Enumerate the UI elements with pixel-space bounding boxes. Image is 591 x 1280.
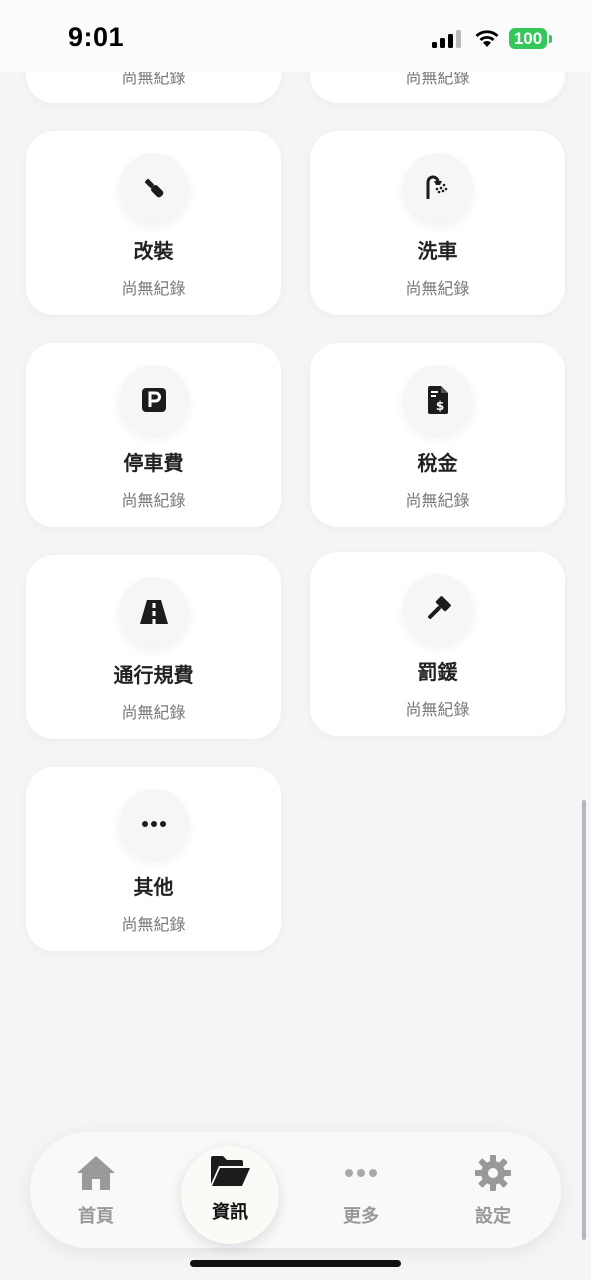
tab-settings[interactable]: 設定 [443, 1132, 543, 1248]
icon-circle [118, 789, 189, 859]
tab-info[interactable]: 資訊 [180, 1132, 280, 1248]
shower-icon [426, 175, 447, 199]
card-subtitle: 尚無紀錄 [405, 279, 470, 298]
card-title: 罰鍰 [417, 660, 458, 684]
road-icon [139, 600, 168, 624]
card-subtitle: 尚無紀錄 [121, 279, 186, 298]
tab-label: 資訊 [212, 1202, 248, 1223]
tab-label: 更多 [343, 1206, 379, 1227]
icon-circle [402, 153, 473, 223]
tab-bar: 首頁 資訊 更多 設定 [30, 1132, 561, 1248]
tax-document-icon: $ [427, 386, 448, 414]
category-card-parking[interactable]: 停車費 尚無紀錄 [26, 343, 281, 527]
card-title: 稅金 [417, 451, 458, 475]
folder-open-icon [211, 1156, 250, 1186]
battery-tip [549, 35, 552, 43]
status-bar: 9:01 100 [0, 0, 591, 72]
gear-icon [475, 1155, 511, 1191]
wrench-icon [144, 178, 163, 198]
signal-icon [432, 30, 461, 48]
card-title: 停車費 [123, 451, 184, 475]
scrollbar[interactable] [582, 800, 586, 1240]
icon-circle [118, 365, 189, 435]
icon-circle [402, 574, 473, 644]
tab-more[interactable]: 更多 [311, 1132, 411, 1248]
card-subtitle: 尚無紀錄 [121, 491, 186, 510]
home-indicator [190, 1260, 401, 1267]
icon-circle [118, 153, 189, 223]
card-title: 洗車 [417, 239, 458, 263]
card-subtitle: 尚無紀錄 [405, 491, 470, 510]
svg-text:$: $ [435, 399, 443, 413]
category-card-other[interactable]: 其他 尚無紀錄 [26, 767, 281, 951]
card-subtitle: 尚無紀錄 [121, 915, 186, 934]
icon-circle: $ [402, 365, 473, 435]
card-title: 通行規費 [113, 663, 194, 687]
status-time: 9:01 [68, 22, 125, 52]
card-subtitle: 尚無紀錄 [121, 703, 186, 722]
card-subtitle: 尚無紀錄 [405, 700, 470, 719]
category-card-fine[interactable]: 罰鍰 尚無紀錄 [310, 552, 565, 736]
card-title: 其他 [133, 875, 174, 899]
home-icon [77, 1156, 115, 1190]
category-card-modification[interactable]: 改裝 尚無紀錄 [26, 131, 281, 315]
battery-indicator: 100 [509, 28, 547, 49]
icon-circle [118, 577, 189, 647]
more-icon [141, 821, 166, 827]
wifi-icon [475, 30, 499, 47]
category-card-carwash[interactable]: 洗車 尚無紀錄 [310, 131, 565, 315]
gavel-icon [427, 596, 451, 619]
parking-icon [141, 388, 166, 412]
category-card-tax[interactable]: $ 稅金 尚無紀錄 [310, 343, 565, 527]
tab-label: 設定 [475, 1206, 511, 1227]
tab-label: 首頁 [78, 1206, 114, 1227]
tab-home[interactable]: 首頁 [46, 1132, 146, 1248]
ellipsis-icon [345, 1169, 377, 1177]
category-card-toll[interactable]: 通行規費 尚無紀錄 [26, 555, 281, 739]
card-title: 改裝 [133, 239, 174, 263]
